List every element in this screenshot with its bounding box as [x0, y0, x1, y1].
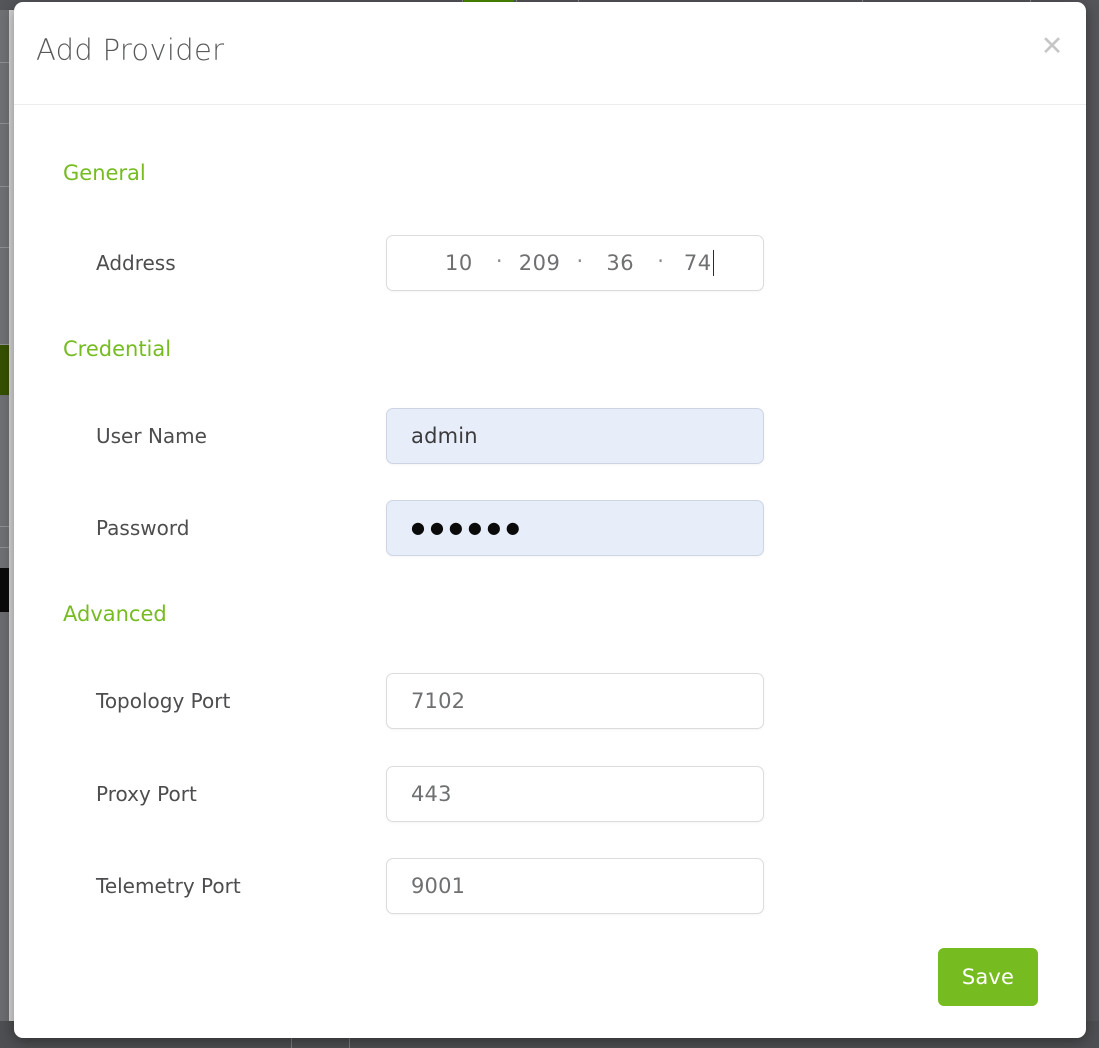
user-name-value: admin: [387, 424, 478, 448]
label-proxy-port: Proxy Port: [96, 782, 197, 806]
ip-octet-3[interactable]: 36: [597, 251, 643, 275]
ip-octet-4[interactable]: 74: [678, 251, 712, 275]
background-list-row: [0, 187, 9, 248]
add-provider-dialog: Add Provider ✕ General Address 10 · 209 …: [14, 2, 1086, 1038]
background-list-row: [0, 527, 9, 548]
label-address: Address: [96, 251, 176, 275]
user-name-input[interactable]: admin: [386, 408, 764, 464]
ip-octet-group: 10 · 209 · 36 · 74: [403, 250, 747, 276]
password-input[interactable]: ●●●●●●: [386, 500, 764, 556]
telemetry-port-input[interactable]: 9001: [386, 858, 764, 914]
background-highlight-black: [0, 568, 9, 612]
text-cursor: [713, 250, 715, 276]
section-title-general: General: [63, 161, 146, 185]
address-input[interactable]: 10 · 209 · 36 · 74: [386, 235, 764, 291]
proxy-port-input[interactable]: 443: [386, 766, 764, 822]
background-list-row: [0, 248, 9, 345]
field-row-user-name: User Name admin: [14, 408, 1086, 464]
label-topology-port: Topology Port: [96, 689, 230, 713]
field-row-topology-port: Topology Port 7102: [14, 673, 1086, 729]
proxy-port-value: 443: [387, 782, 452, 806]
background-list-row: [0, 124, 9, 187]
ip-octet-1[interactable]: 10: [436, 251, 482, 275]
label-password: Password: [96, 516, 189, 540]
password-value-masked: ●●●●●●: [387, 520, 525, 536]
background-list-row: [0, 63, 9, 124]
ip-octet-2[interactable]: 209: [517, 251, 563, 275]
ip-separator-icon: ·: [482, 251, 517, 272]
field-row-proxy-port: Proxy Port 443: [14, 766, 1086, 822]
topology-port-input[interactable]: 7102: [386, 673, 764, 729]
label-user-name: User Name: [96, 424, 207, 448]
background-list-row: [0, 396, 9, 527]
field-row-address: Address 10 · 209 · 36 · 74: [14, 235, 1086, 291]
field-row-telemetry-port: Telemetry Port 9001: [14, 858, 1086, 914]
section-title-advanced: Advanced: [63, 602, 167, 626]
label-telemetry-port: Telemetry Port: [96, 874, 241, 898]
field-row-password: Password ●●●●●●: [14, 500, 1086, 556]
ip-separator-icon: ·: [643, 251, 678, 272]
background-highlight-green: [0, 345, 9, 395]
dialog-header: Add Provider ✕: [14, 2, 1086, 105]
topology-port-value: 7102: [387, 689, 465, 713]
background-list-row: [0, 10, 9, 63]
section-title-credential: Credential: [63, 337, 171, 361]
save-button[interactable]: Save: [938, 948, 1038, 1006]
background-list-row: [0, 548, 9, 569]
close-icon[interactable]: ✕: [1036, 30, 1068, 62]
telemetry-port-value: 9001: [387, 874, 465, 898]
dialog-body: General Address 10 · 209 · 36 · 74 Crede…: [14, 105, 1086, 1038]
ip-separator-icon: ·: [563, 251, 598, 272]
dialog-title: Add Provider: [36, 33, 224, 67]
